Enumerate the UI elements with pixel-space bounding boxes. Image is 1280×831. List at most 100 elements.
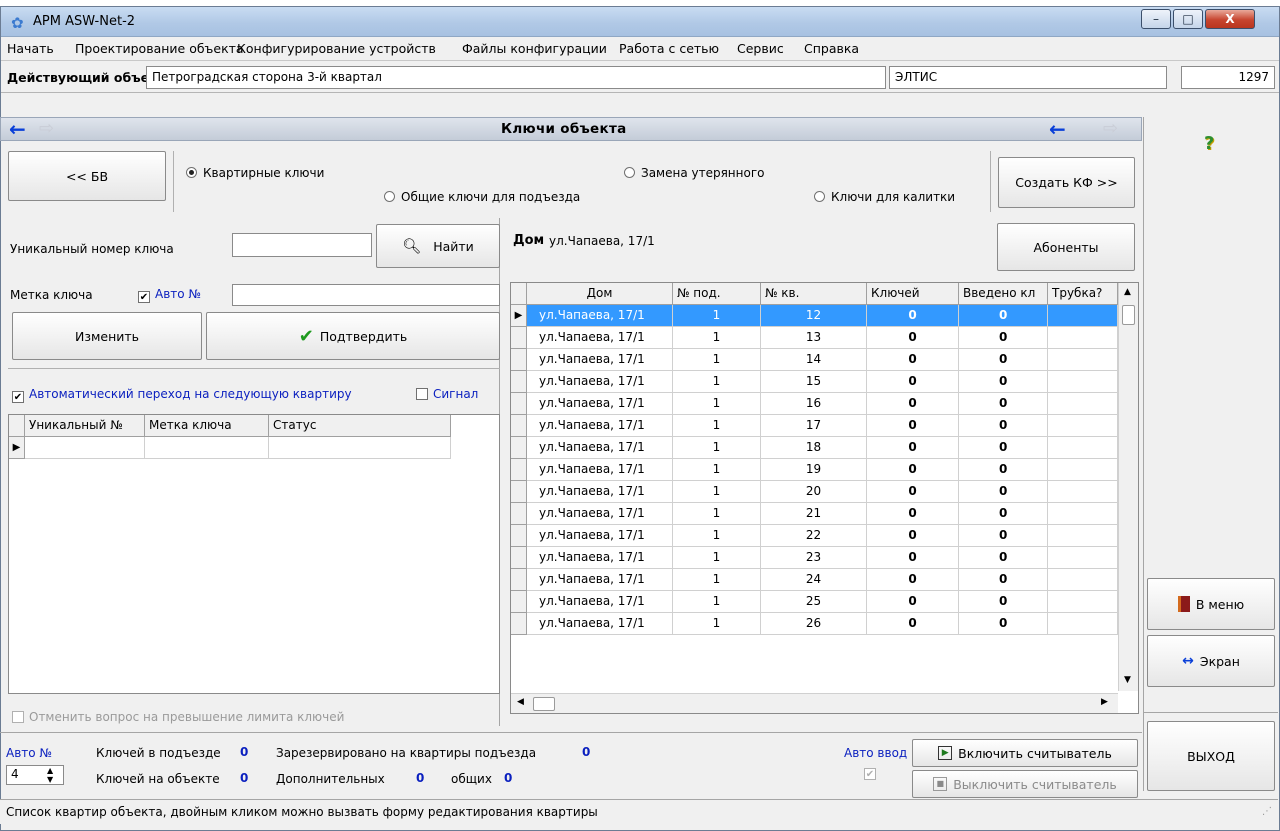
close-button[interactable]: X [1205, 9, 1255, 29]
confirm-button[interactable]: ✔ Подтвердить [206, 312, 500, 360]
table-cell[interactable]: 0 [959, 547, 1048, 569]
table-cell[interactable]: 0 [959, 437, 1048, 459]
table-cell[interactable]: 0 [867, 481, 959, 503]
change-button[interactable]: Изменить [12, 312, 202, 360]
auto-next-checkbox[interactable]: ✔ Автоматический переход на следующую ква… [12, 387, 352, 403]
table-cell[interactable] [1048, 569, 1118, 591]
auto-no-spinner[interactable]: 4 ▲ ▼ [6, 765, 64, 785]
apartments-table[interactable]: Дом № под. № кв. Ключей Введено кл Трубк… [510, 282, 1139, 714]
table-cell[interactable]: ул.Чапаева, 17/1 [527, 591, 673, 613]
table-cell[interactable]: 0 [959, 327, 1048, 349]
col-key-mark[interactable]: Метка ключа [145, 415, 269, 437]
table-cell[interactable]: 0 [959, 503, 1048, 525]
table-cell[interactable]: ул.Чапаева, 17/1 [527, 371, 673, 393]
col-entrance[interactable]: № под. [673, 283, 761, 305]
table-cell[interactable] [1048, 503, 1118, 525]
table-cell[interactable]: 0 [959, 613, 1048, 635]
menu-help[interactable]: Справка [804, 41, 859, 56]
table-cell[interactable]: ул.Чапаева, 17/1 [527, 503, 673, 525]
table-cell[interactable]: 0 [867, 591, 959, 613]
radio-common-keys[interactable]: Общие ключи для подъезда [384, 190, 580, 204]
menu-design[interactable]: Проектирование объекта [75, 41, 244, 56]
scroll-right-icon[interactable]: ▶ [1101, 697, 1108, 707]
help-icon[interactable]: ? [1204, 133, 1214, 154]
table-cell[interactable]: 0 [959, 305, 1048, 327]
reader-off-button[interactable]: ■ Выключить считыватель [912, 770, 1138, 798]
back-arrow-icon[interactable]: ← [9, 119, 26, 139]
signal-checkbox[interactable]: Сигнал [416, 387, 478, 401]
table-cell[interactable]: 1 [673, 525, 761, 547]
table-cell[interactable]: 1 [673, 437, 761, 459]
table-cell[interactable]: ул.Чапаева, 17/1 [527, 349, 673, 371]
forward-arrow-icon[interactable]: ⇨ [39, 120, 54, 138]
table-cell[interactable]: 21 [761, 503, 867, 525]
table-cell[interactable]: 1 [673, 305, 761, 327]
col-keys[interactable]: Ключей [867, 283, 959, 305]
table-row[interactable]: ул.Чапаева, 17/1 1 24 0 0 [511, 569, 1118, 591]
keys-grid[interactable]: Уникальный № Метка ключа Статус ▶ [8, 414, 500, 694]
table-cell[interactable] [1048, 415, 1118, 437]
radio-apartment-keys[interactable]: Квартирные ключи [186, 166, 324, 180]
reader-on-button[interactable]: ▶ Включить считыватель [912, 739, 1138, 767]
table-cell[interactable] [1048, 349, 1118, 371]
table-cell[interactable] [1048, 591, 1118, 613]
title-bar[interactable]: ✿ АРМ ASW-Net-2 – □ X [1, 7, 1279, 37]
table-cell[interactable]: 23 [761, 547, 867, 569]
col-status[interactable]: Статус [269, 415, 451, 437]
table-cell[interactable]: 1 [673, 481, 761, 503]
scroll-up-icon[interactable]: ▲ [1124, 287, 1131, 297]
menu-network[interactable]: Работа с сетью [619, 41, 719, 56]
screen-button[interactable]: ↔ Экран [1147, 635, 1275, 687]
table-cell[interactable]: 0 [959, 371, 1048, 393]
table-row[interactable]: ул.Чапаева, 17/1 1 20 0 0 [511, 481, 1118, 503]
table-row[interactable]: ул.Чапаева, 17/1 1 13 0 0 [511, 327, 1118, 349]
table-cell[interactable]: 0 [867, 349, 959, 371]
table-cell[interactable]: 0 [867, 393, 959, 415]
table-cell[interactable]: 1 [673, 459, 761, 481]
table-cell[interactable]: 0 [867, 525, 959, 547]
table-row[interactable]: ул.Чапаева, 17/1 1 14 0 0 [511, 349, 1118, 371]
table-row[interactable]: ул.Чапаева, 17/1 1 17 0 0 [511, 415, 1118, 437]
table-cell[interactable]: 12 [761, 305, 867, 327]
table-cell[interactable]: 16 [761, 393, 867, 415]
minimize-button[interactable]: – [1141, 9, 1171, 29]
table-cell[interactable]: 0 [867, 547, 959, 569]
table-cell[interactable]: 0 [959, 393, 1048, 415]
table-cell[interactable]: 0 [959, 481, 1048, 503]
horizontal-scrollbar[interactable]: ◀ ▶ [511, 693, 1118, 713]
table-cell[interactable]: 0 [959, 349, 1048, 371]
table-cell[interactable] [1048, 393, 1118, 415]
table-cell[interactable]: 0 [959, 415, 1048, 437]
table-cell[interactable]: ул.Чапаева, 17/1 [527, 569, 673, 591]
table-cell[interactable]: ул.Чапаева, 17/1 [527, 459, 673, 481]
table-cell[interactable] [1048, 305, 1118, 327]
menu-start[interactable]: Начать [7, 41, 54, 56]
table-cell[interactable]: 1 [673, 547, 761, 569]
table-cell[interactable] [1048, 525, 1118, 547]
table-cell[interactable]: 1 [673, 393, 761, 415]
scroll-left-icon[interactable]: ◀ [517, 697, 524, 707]
table-cell[interactable]: 13 [761, 327, 867, 349]
cancel-limit-checkbox[interactable]: Отменить вопрос на превышение лимита клю… [12, 710, 344, 724]
table-cell[interactable]: 0 [959, 525, 1048, 547]
table-cell[interactable]: 0 [959, 569, 1048, 591]
subscribers-button[interactable]: Абоненты [997, 223, 1135, 271]
table-row[interactable]: ▶ ул.Чапаева, 17/1 1 12 0 0 [511, 305, 1118, 327]
table-cell[interactable] [1048, 613, 1118, 635]
table-row[interactable]: ул.Чапаева, 17/1 1 18 0 0 [511, 437, 1118, 459]
col-unique-no[interactable]: Уникальный № [25, 415, 145, 437]
table-cell[interactable]: 1 [673, 415, 761, 437]
table-cell[interactable]: 1 [673, 613, 761, 635]
table-cell[interactable]: ул.Чапаева, 17/1 [527, 305, 673, 327]
radio-gate-keys[interactable]: Ключи для калитки [814, 190, 955, 204]
vertical-scrollbar[interactable]: ▲ ▼ [1118, 283, 1138, 691]
table-cell[interactable]: 1 [673, 327, 761, 349]
menu-button[interactable]: В меню [1147, 578, 1275, 630]
table-cell[interactable]: 17 [761, 415, 867, 437]
col-keys-entered[interactable]: Введено кл [959, 283, 1048, 305]
table-cell[interactable]: 0 [959, 459, 1048, 481]
table-cell[interactable]: 25 [761, 591, 867, 613]
find-button[interactable]: 🔍︎ Найти [376, 224, 500, 268]
table-cell[interactable]: 1 [673, 349, 761, 371]
table-cell[interactable]: 0 [867, 305, 959, 327]
